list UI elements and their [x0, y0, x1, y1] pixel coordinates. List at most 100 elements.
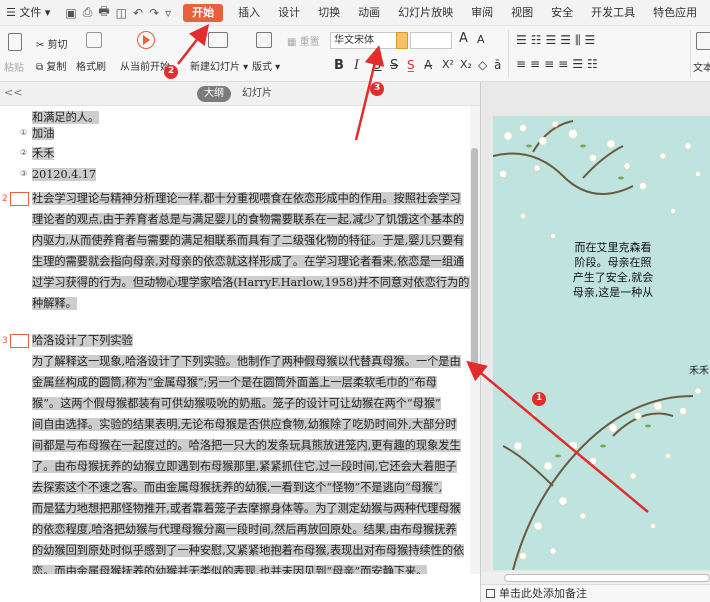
font-color-icon[interactable]: ā — [494, 58, 501, 72]
reset-label: 重置 — [299, 37, 320, 48]
italic-button[interactable]: I — [354, 58, 359, 73]
shrink-font-button[interactable]: A — [477, 33, 485, 46]
cut-button[interactable]: ✂ 剪切 — [36, 36, 68, 51]
tab-slideshow[interactable]: 幻灯片放映 — [389, 0, 462, 26]
outline-line[interactable]: 20120.4.17 — [32, 164, 97, 185]
annotation-label-1: 1 — [536, 393, 543, 403]
redo-icon[interactable]: ↷ — [149, 6, 159, 20]
text-shadow-icon[interactable]: S̲ — [407, 58, 415, 72]
annotation-label-2: 2 — [168, 66, 175, 76]
outline-line[interactable]: 恋。而由金属母猴抚养的幼猴并无类似的表现,也并未因见到“母亲”而安静下来。 — [32, 561, 428, 574]
font-size-select[interactable] — [410, 32, 452, 49]
tab-features[interactable]: 特色应用 — [644, 0, 706, 26]
export-pdf-icon[interactable]: ⎙ — [83, 5, 93, 20]
format-painter-icon[interactable] — [86, 32, 102, 48]
list-controls-icon[interactable]: ☰☷☰☰⫼☰ — [516, 33, 599, 48]
slide-body-text[interactable]: 而在艾里克森看 阶段。母亲在照 产生了安全,就会 母亲,这是一种从 — [513, 240, 710, 300]
slide-thumbnail-icon[interactable] — [10, 192, 29, 206]
tab-outline[interactable]: 大纲 — [197, 86, 231, 102]
tab-design[interactable]: 设计 — [269, 0, 309, 26]
outline-line[interactable]: 间自由选择。实验的结果表明,无论布母猴是否供应食物,幼猴除了吃奶时间外,大部分时 — [32, 414, 457, 435]
from-current-button[interactable]: 从当前开始 — [120, 58, 170, 73]
outline-line[interactable]: 而是猛力地想把那怪物推开,或者靠着笼子去摩擦身体等。为了测定幼猴与两种代理母猴 — [32, 498, 461, 519]
underline-button[interactable]: U — [372, 58, 382, 73]
collapse-panel-button[interactable]: << — [4, 86, 22, 99]
strikethrough-button[interactable]: S — [390, 58, 398, 73]
slide-number: 3 — [2, 336, 8, 346]
alignment-controls-icon[interactable]: ≡≡≡≡☰☷ — [516, 57, 602, 71]
outline-view[interactable]: 和满足的人。 ① 加油 ② 禾禾 ③ 20120.4.17 2 社会学习理论与精… — [0, 106, 470, 574]
format-painter-button[interactable]: 格式刷 — [76, 58, 106, 73]
slide-number: 2 — [2, 194, 8, 204]
outline-line[interactable]: 了。由布母猴抚养的幼猴立即遇到布母猴那里,紧紧抓住它,过一段时间,它还会大着胆子 — [32, 456, 457, 477]
presentation-app: ☰ 文件 ▾ ▣ ⎙ 🖶 ◫ ↶ ↷ ▿ 开始 插入 设计 切换 动画 幻灯片放… — [0, 0, 710, 602]
font-name-select[interactable]: 华文宋体 — [330, 32, 406, 49]
ribbon-separator — [508, 30, 509, 78]
text-box-icon[interactable] — [696, 32, 710, 50]
outline-title[interactable]: 哈洛设计了下列实验 — [32, 330, 133, 351]
character-spacing-icon[interactable]: A̶ — [424, 58, 432, 72]
outline-line[interactable]: 加油 — [32, 123, 55, 144]
outline-line[interactable]: 间都是与布母猴在一起度过的。哈洛把一只大的发条玩具熊放进笼内,更有趣的现象发生 — [32, 435, 461, 456]
file-menu[interactable]: ☰ 文件 ▾ — [0, 0, 59, 26]
outline-line[interactable]: 去探索这个不速之客。而由金属母猴抚养的幼猴,一看到这个“怪物”不是逃向“母猴”, — [32, 477, 443, 498]
save-icon[interactable]: ▣ — [65, 6, 76, 20]
tab-slides[interactable]: 幻灯片 — [235, 86, 279, 102]
tab-animation[interactable]: 动画 — [349, 0, 389, 26]
subscript-icon[interactable]: X₂ — [460, 58, 472, 71]
slide-canvas[interactable]: 而在艾里克森看 阶段。母亲在照 产生了安全,就会 母亲,这是一种从 禾禾 — [493, 116, 710, 570]
tab-start[interactable]: 开始 — [183, 3, 224, 22]
layout-icon[interactable] — [256, 32, 272, 48]
annotation-label-3: 3 — [374, 83, 381, 93]
outline-line[interactable]: 过学习获得的行为。但动物心理学家哈洛(HarryF.Harlow,1958)并不… — [32, 272, 470, 293]
slide-text-line: 母亲,这是一种从 — [572, 286, 654, 299]
tab-developer[interactable]: 开发工具 — [582, 0, 644, 26]
outline-line[interactable]: 种解释。 — [32, 293, 77, 314]
outline-line[interactable]: 生理的需要就会指向母亲,对母亲的依恋就这样形成了。在学习理论者看来,依恋是一组通 — [32, 251, 465, 272]
font-dropdown-button[interactable] — [396, 32, 408, 49]
print-preview-icon[interactable]: ◫ — [116, 6, 127, 20]
new-slide-label: 新建幻灯片 — [190, 62, 240, 73]
notes-pane[interactable]: 单击此处添加备注 — [481, 584, 710, 602]
layout-button[interactable]: 版式 ▾ — [252, 58, 280, 73]
new-slide-icon[interactable] — [208, 32, 228, 48]
sub-marker: ③ — [20, 169, 28, 178]
superscript-icon[interactable]: X² — [442, 58, 454, 71]
tab-security[interactable]: 安全 — [542, 0, 582, 26]
grow-font-button[interactable]: A — [459, 31, 468, 46]
customize-chevron-icon[interactable]: ▿ — [165, 6, 171, 20]
outline-line[interactable]: 理论者的观点,由于养育者总是与满足婴儿的食物需要联系在一起,减少了饥饿这个基本的 — [32, 209, 465, 230]
preview-scrollbar-thumb[interactable] — [504, 574, 710, 582]
slide-thumbnail-icon[interactable] — [10, 334, 29, 348]
tab-transition[interactable]: 切换 — [309, 0, 349, 26]
undo-icon[interactable]: ↶ — [133, 6, 143, 20]
outline-line[interactable]: 禾禾 — [32, 143, 55, 164]
slide-text-line: 阶段。母亲在照 — [574, 256, 652, 269]
panel-tabs-bar: << 大纲 幻灯片 — [0, 82, 480, 106]
bold-button[interactable]: B — [334, 58, 344, 73]
menu-bar: ☰ 文件 ▾ ▣ ⎙ 🖶 ◫ ↶ ↷ ▿ 开始 插入 设计 切换 动画 幻灯片放… — [0, 0, 710, 26]
notes-icon — [486, 589, 495, 598]
outline-line[interactable]: 的依恋程度,哈洛把幼猴与代理母猴分离一段时间,然后再放回原处。结果,由布母猴抚养 — [32, 519, 457, 540]
paste-icon[interactable] — [8, 33, 22, 51]
outline-line[interactable]: 内驱力,从而使养育者与需要的满足相联系而具有了二级强化物的特征。于是,婴儿只要有 — [32, 230, 465, 251]
paste-button[interactable]: 粘贴 — [4, 59, 24, 74]
outline-line[interactable]: 社会学习理论与精神分析理论一样,都十分重视喂食在依恋形成中的作用。按照社会学习 — [32, 188, 461, 209]
outline-scrollbar-thumb[interactable] — [471, 148, 478, 366]
tab-view[interactable]: 视图 — [502, 0, 542, 26]
copy-button[interactable]: ⧉ 复制 — [36, 58, 66, 73]
clear-format-icon[interactable]: ◇ — [478, 58, 487, 72]
reset-button[interactable]: ▦ 重置 — [287, 33, 320, 48]
tab-review[interactable]: 审阅 — [462, 0, 502, 26]
print-icon[interactable]: 🖶 — [98, 2, 109, 23]
new-slide-button[interactable]: 新建幻灯片 ▾ — [190, 58, 248, 73]
tab-insert[interactable]: 插入 — [229, 0, 269, 26]
slide-signature[interactable]: 禾禾 — [689, 362, 709, 377]
copy-label: 复制 — [46, 62, 67, 73]
cut-label: 剪切 — [47, 40, 68, 51]
outline-line[interactable]: 金属丝构成的圆筒,称为“金属母猴”;另一个是在圆筒外面盖上一层柔软毛巾的“布母 — [32, 372, 437, 393]
outline-line[interactable]: 的幼猴回到原处时似乎感到了一种安慰,又紧紧地抱着布母猴,表现出对布母猴持续性的依 — [32, 540, 465, 561]
outline-line[interactable]: 猴”。这两个假母猴都装有可供幼猴吸吮的奶瓶。笼子的设计可让幼猴在两个“母猴” — [32, 393, 441, 414]
text-box-button[interactable]: 文本 — [693, 59, 710, 74]
outline-line[interactable]: 为了解释这一现象,哈洛设计了下列实验。他制作了两种假母猴以代替真母猴。一个是由 — [32, 351, 461, 372]
